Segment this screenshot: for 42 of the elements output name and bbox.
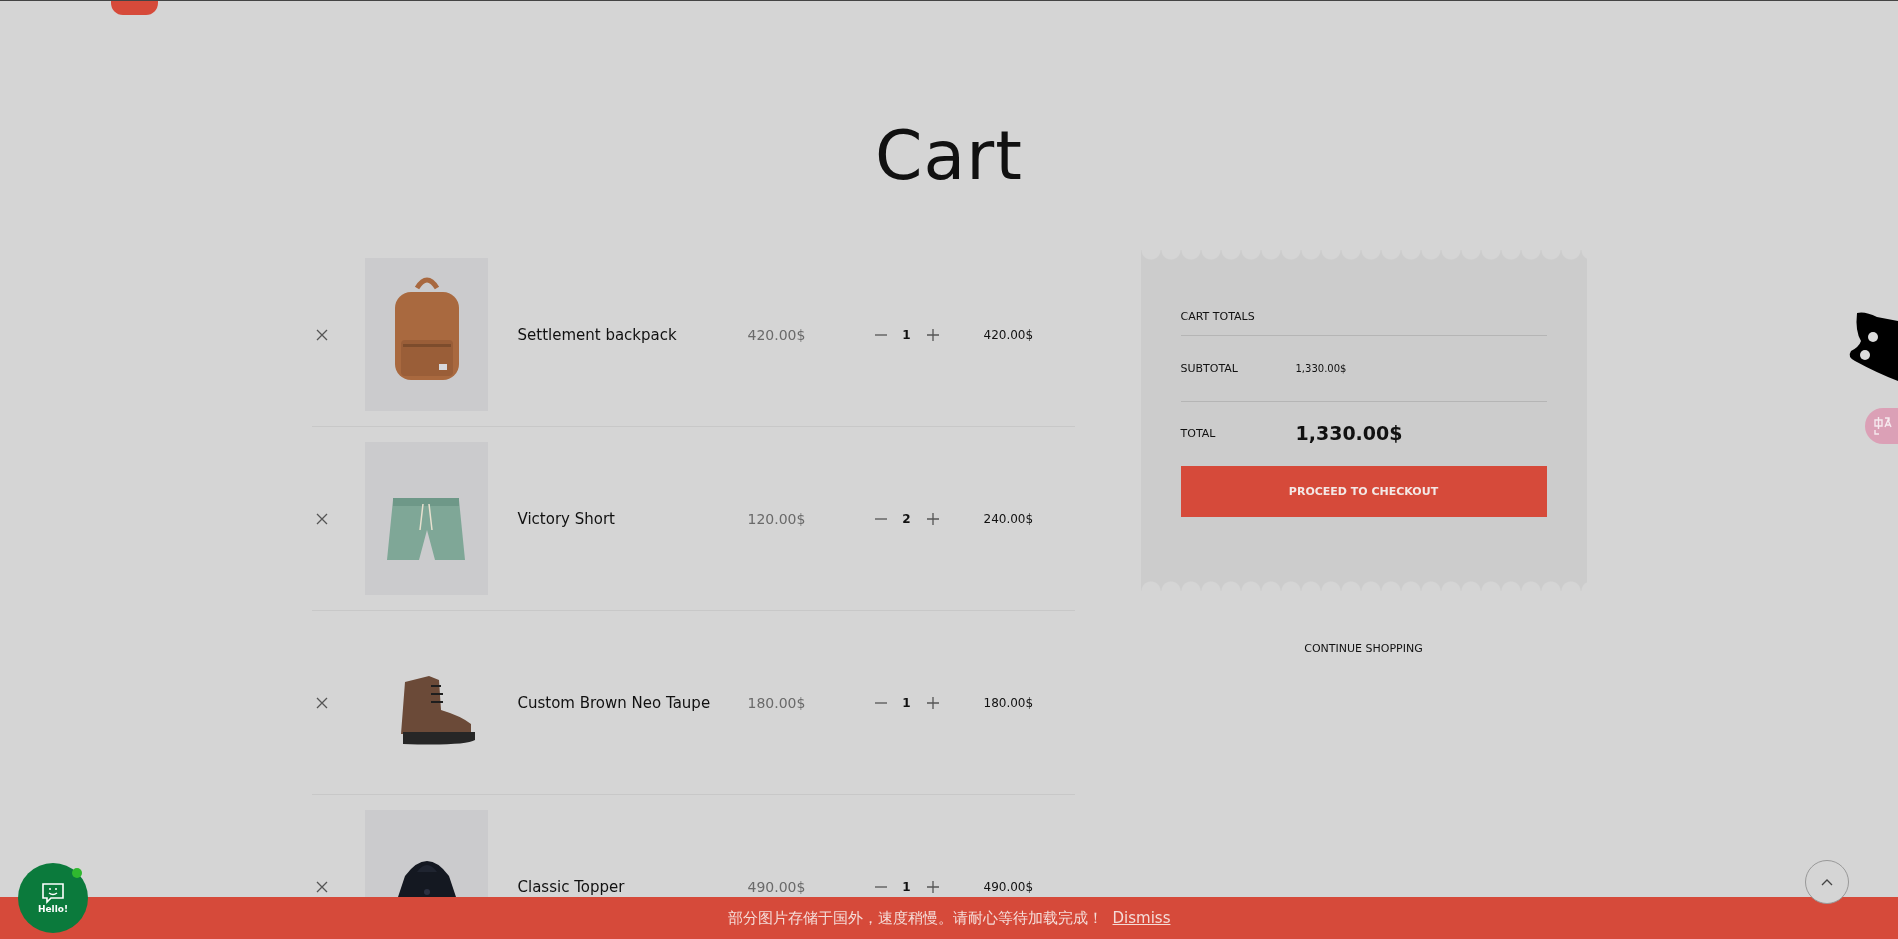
notice-message: 部分图片存储于国外，速度稍慢。请耐心等待加载完成！ xyxy=(727,908,1103,928)
chat-icon xyxy=(41,882,65,904)
subtotal-value: 1,330.00$ xyxy=(1295,363,1347,374)
product-price: 120.00$ xyxy=(747,510,807,527)
plus-icon[interactable] xyxy=(925,695,940,710)
chevron-up-icon xyxy=(1820,877,1834,887)
scroll-top-button[interactable] xyxy=(1805,860,1849,904)
plus-icon[interactable] xyxy=(925,327,940,342)
remove-icon[interactable] xyxy=(315,696,328,709)
product-price: 180.00$ xyxy=(747,694,807,711)
chat-button[interactable]: Hello! xyxy=(18,863,88,933)
quantity-value[interactable]: 1 xyxy=(901,879,912,894)
remove-icon[interactable] xyxy=(315,512,328,525)
remove-icon[interactable] xyxy=(315,328,328,341)
product-name[interactable]: Custom Brown Neo Taupe xyxy=(487,690,748,715)
translate-icon xyxy=(1873,416,1893,436)
quantity-value[interactable]: 1 xyxy=(901,327,912,342)
total-value: 1,330.00$ xyxy=(1295,422,1403,444)
page-title: Cart xyxy=(875,115,1023,197)
line-subtotal: 180.00$ xyxy=(983,695,1035,710)
total-label: TOTAL xyxy=(1180,426,1217,440)
translate-button[interactable] xyxy=(1865,408,1898,444)
plus-icon[interactable] xyxy=(925,879,940,894)
line-subtotal: 490.00$ xyxy=(983,879,1035,894)
plus-icon[interactable] xyxy=(925,511,940,526)
cat-icon[interactable] xyxy=(1847,311,1898,381)
totals-heading: CART TOTALS xyxy=(1180,310,1547,336)
continue-shopping-link[interactable]: CONTINUE SHOPPING xyxy=(1298,641,1429,656)
quantity-value[interactable]: 2 xyxy=(901,511,912,526)
line-subtotal: 420.00$ xyxy=(983,327,1035,342)
subtotal-label: SUBTOTAL xyxy=(1180,362,1239,375)
product-price: 420.00$ xyxy=(747,326,807,343)
product-price: 490.00$ xyxy=(747,878,807,895)
line-subtotal: 240.00$ xyxy=(983,511,1035,526)
product-name[interactable]: Settlement backpack xyxy=(487,322,748,347)
product-name[interactable]: Classic Topper xyxy=(487,874,748,899)
online-dot xyxy=(72,868,82,878)
product-name[interactable]: Victory Short xyxy=(487,506,748,531)
menu-tab[interactable] xyxy=(111,1,158,15)
remove-icon[interactable] xyxy=(315,880,328,893)
quantity-value[interactable]: 1 xyxy=(901,695,912,710)
checkout-button[interactable]: PROCEED TO CHECKOUT xyxy=(1180,466,1547,517)
